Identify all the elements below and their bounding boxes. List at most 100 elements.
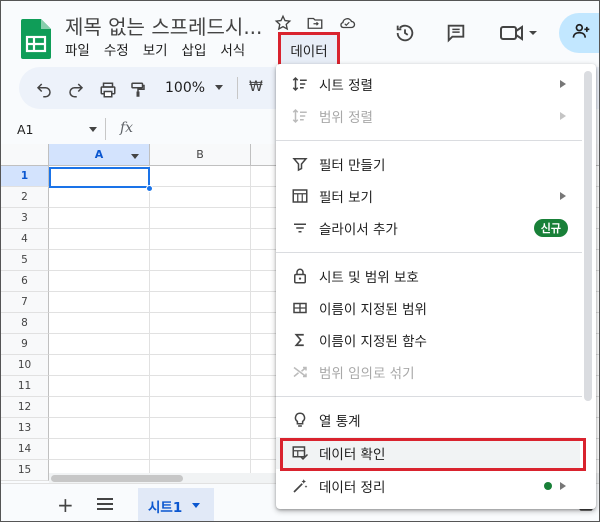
menu-item-label: 슬라이서 추가 — [319, 222, 398, 238]
sheets-logo-icon[interactable] — [21, 19, 51, 59]
sort-sheet-icon — [290, 74, 310, 94]
menu-item-label: 시트 및 범위 보호 — [319, 270, 419, 286]
menu-item-named-ranges[interactable]: 이름이 지정된 범위 — [276, 292, 580, 324]
menu-separator — [276, 252, 582, 253]
menu-insert[interactable]: 삽입 — [182, 39, 207, 59]
menu-scrollbar[interactable] — [584, 71, 592, 401]
menu-item-label: 데이터 정리 — [319, 480, 386, 496]
menu-item-sort-sheet[interactable]: 시트 정렬 — [276, 68, 580, 100]
menu-bar: 파일 수정 보기 삽입 서식 — [65, 39, 259, 59]
lock-icon — [290, 266, 310, 286]
new-badge: 신규 — [533, 219, 568, 237]
filter-icon — [290, 154, 310, 174]
row-header[interactable]: 1 — [1, 166, 49, 187]
submenu-arrow-icon — [560, 112, 566, 120]
row-header[interactable]: 8 — [1, 313, 49, 334]
menu-format[interactable]: 서식 — [220, 39, 245, 59]
comment-icon[interactable] — [444, 15, 468, 51]
zoom-caret-icon — [215, 85, 223, 90]
row-header[interactable]: 6 — [1, 271, 49, 292]
share-button[interactable] — [559, 13, 599, 53]
slicer-icon — [290, 218, 310, 238]
fx-icon: fx — [120, 120, 134, 136]
sigma-icon — [290, 330, 310, 350]
menu-view[interactable]: 보기 — [143, 39, 168, 59]
highlight-annotation-box — [280, 438, 586, 471]
menu-item-label: 범위 임의로 섞기 — [319, 366, 415, 382]
menu-edit[interactable]: 수정 — [104, 39, 129, 59]
sheet-tab-active[interactable]: 시트1 — [138, 488, 214, 521]
currency-format-button[interactable]: ₩ — [249, 79, 263, 95]
add-sheet-button[interactable]: + — [57, 493, 74, 517]
menu-item-column-stats[interactable]: 열 통계 — [276, 404, 580, 436]
submenu-arrow-icon — [560, 192, 566, 200]
menu-separator — [276, 140, 582, 141]
menu-item-randomize-range: 범위 임의로 섞기 — [276, 356, 580, 388]
row-header[interactable]: 2 — [1, 187, 49, 208]
status-dot — [544, 482, 552, 490]
paint-format-icon[interactable] — [127, 79, 149, 101]
row-header[interactable]: 14 — [1, 439, 49, 460]
named-range-icon — [290, 298, 310, 318]
document-title[interactable]: 제목 없는 스프레드시... — [65, 11, 262, 40]
menu-item-label: 시트 정렬 — [319, 78, 373, 94]
menu-data[interactable]: 데이터 — [278, 32, 340, 67]
meet-icon[interactable] — [497, 15, 541, 51]
submenu-arrow-icon — [560, 482, 566, 490]
menu-file[interactable]: 파일 — [65, 39, 90, 59]
formula-separator — [105, 118, 106, 140]
cloud-saved-icon[interactable] — [337, 13, 357, 33]
star-icon[interactable] — [273, 13, 293, 33]
title-icons — [273, 13, 357, 33]
select-all-corner[interactable] — [1, 144, 49, 166]
sort-range-icon — [290, 106, 310, 126]
history-icon[interactable] — [393, 15, 417, 51]
column-menu-caret-icon[interactable] — [131, 154, 139, 159]
data-cleanup-icon — [290, 476, 310, 496]
sheet-tab-caret-icon[interactable] — [192, 503, 201, 508]
row-header[interactable]: 10 — [1, 355, 49, 376]
name-box-caret-icon[interactable] — [89, 127, 97, 132]
row-header[interactable]: 15 — [1, 460, 49, 481]
move-folder-icon[interactable] — [305, 13, 325, 33]
row-header[interactable]: 12 — [1, 397, 49, 418]
filter-view-icon — [290, 186, 310, 206]
menu-item-protect-sheets[interactable]: 시트 및 범위 보호 — [276, 260, 580, 292]
row-header[interactable]: 13 — [1, 418, 49, 439]
zoom-select[interactable]: 100% — [165, 80, 205, 96]
print-icon[interactable] — [97, 79, 119, 101]
toolbar-separator — [237, 77, 238, 99]
menu-item-create-filter[interactable]: 필터 만들기 — [276, 148, 580, 180]
row-header[interactable]: 7 — [1, 292, 49, 313]
menu-item-named-functions[interactable]: 이름이 지정된 함수 — [276, 324, 580, 356]
row-header[interactable]: 11 — [1, 376, 49, 397]
undo-icon[interactable] — [33, 79, 55, 101]
menu-item-label: 이름이 지정된 범위 — [319, 302, 427, 318]
name-box[interactable]: A1 — [17, 122, 34, 137]
redo-icon[interactable] — [65, 79, 87, 101]
menu-item-label: 이름이 지정된 함수 — [319, 334, 427, 350]
row-header[interactable]: 4 — [1, 229, 49, 250]
menu-item-sort-range: 범위 정렬 — [276, 100, 580, 132]
fill-handle[interactable] — [146, 185, 153, 192]
shuffle-icon — [290, 362, 310, 382]
menu-separator — [276, 396, 582, 397]
menu-item-label: 범위 정렬 — [319, 110, 373, 126]
all-sheets-menu-icon[interactable] — [97, 498, 113, 513]
share-icon — [571, 21, 591, 45]
row-header[interactable]: 5 — [1, 250, 49, 271]
menu-item-data-cleanup[interactable]: 데이터 정리 — [276, 470, 580, 502]
menu-item-label: 필터 만들기 — [319, 158, 386, 174]
column-header-b[interactable]: B — [150, 144, 251, 166]
sheet-tab-label: 시트1 — [148, 499, 183, 516]
menu-item-label: 열 통계 — [319, 414, 361, 430]
row-header[interactable]: 9 — [1, 334, 49, 355]
row-header[interactable]: 3 — [1, 208, 49, 229]
lightbulb-icon — [290, 410, 310, 430]
menu-item-filter-views[interactable]: 필터 보기 — [276, 180, 580, 212]
horizontal-scroll-thumb[interactable] — [51, 475, 183, 482]
google-sheets-window: 제목 없는 스프레드시... 파일 수정 보기 삽입 서식 데이터 100% ₩… — [0, 0, 600, 522]
selected-cell-a1[interactable] — [49, 167, 150, 188]
row-headers: 1 2 3 4 5 6 7 8 9 10 11 12 13 14 15 — [1, 166, 49, 481]
menu-item-add-slicer[interactable]: 슬라이서 추가 신규 — [276, 212, 580, 244]
